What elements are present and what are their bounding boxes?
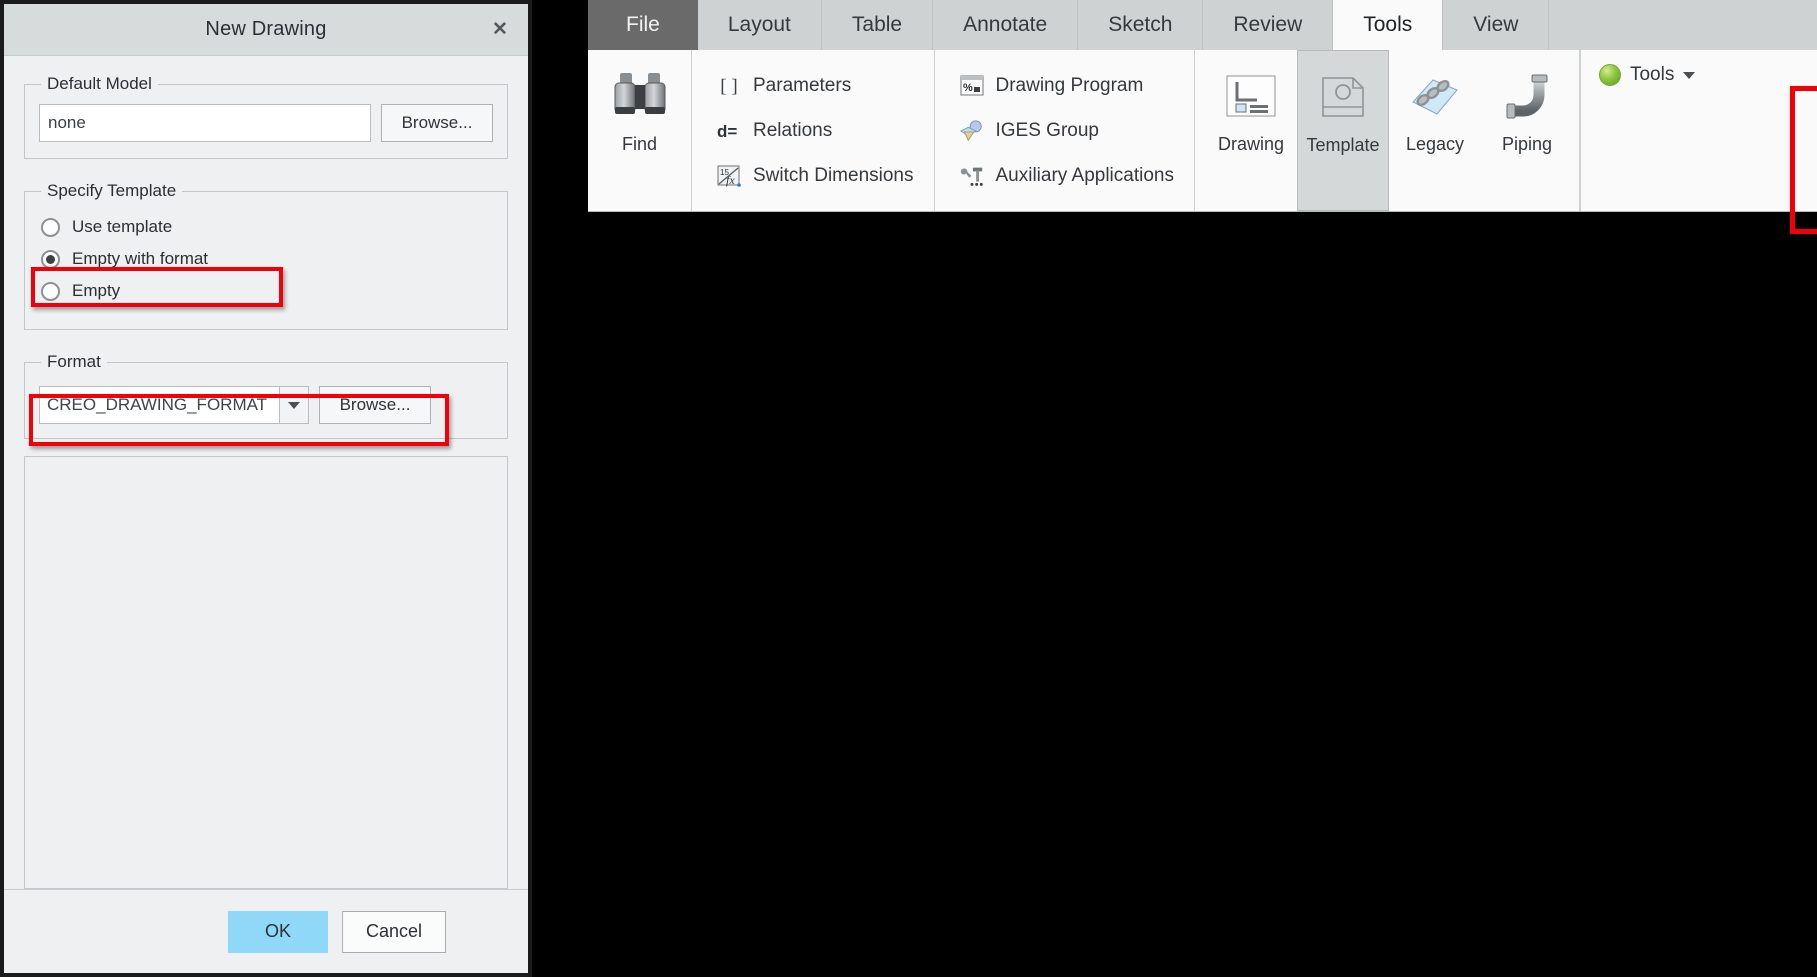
tab-tools[interactable]: Tools [1333,0,1444,50]
d-equals-icon: d= [716,118,742,144]
investigate-command-list: [ ] Parameters d= Relations 15 fx Switch… [698,50,928,211]
svg-text:%: % [963,82,973,94]
default-model-legend: Default Model [47,74,152,93]
tab-annotate[interactable]: Annotate [933,0,1079,50]
tab-sketch[interactable]: Sketch [1078,0,1204,50]
drawing-icon [1223,60,1279,134]
specify-template-legend: Specify Template [47,181,177,200]
template-button-label: Template [1306,135,1380,155]
format-combobox[interactable]: CREO_DRAWING_FORMAT [39,386,309,424]
auxiliary-applications-command-label: Auxiliary Applications [995,164,1174,186]
svg-text:d=: d= [717,122,737,141]
switch-dimensions-command[interactable]: 15 fx Switch Dimensions [712,153,918,198]
ribbon-group-tools-menu: Tools [1579,50,1696,211]
legacy-icon [1407,60,1463,134]
tab-file[interactable]: File [588,0,698,50]
dialog-titlebar: New Drawing ✕ [4,4,528,56]
drawing-program-command-label: Drawing Program [995,74,1144,96]
ribbon: File Layout Table Annotate Sketch Review… [588,0,1817,234]
template-button[interactable]: Template [1296,50,1389,211]
format-row: CREO_DRAWING_FORMAT Browse... [39,382,493,424]
tools-menu-label: Tools [1629,64,1675,85]
chevron-down-icon[interactable] [1683,71,1696,79]
switch-dimensions-icon: 15 fx [716,163,742,189]
find-button-label: Find [621,134,657,154]
dialog-preview-panel [24,456,508,889]
iges-group-command-label: IGES Group [995,119,1100,141]
format-group: Format CREO_DRAWING_FORMAT Browse... [24,352,508,446]
radio-use-template-indicator [41,217,60,237]
svg-text:fx: fx [726,173,735,187]
default-model-input[interactable]: none [39,104,371,142]
radio-empty-indicator [41,281,60,301]
drawing-button-label: Drawing [1217,134,1284,154]
ribbon-panel-area: Find [ ] Parameters d= Relations 15 fx S… [588,50,1817,234]
utilities-command-list: % Drawing Program IGES Group Auxiliary A… [941,50,1188,211]
green-sphere-icon [1598,64,1621,86]
chevron-down-icon[interactable] [279,386,309,424]
new-drawing-dialog: New Drawing ✕ Default Model none Browse.… [0,0,532,977]
tab-review[interactable]: Review [1203,0,1334,50]
radio-use-template[interactable]: Use template [39,211,493,243]
relations-command-label: Relations [753,119,833,141]
parameters-command-label: Parameters [753,74,852,96]
radio-empty-with-format[interactable]: Empty with format [39,243,493,275]
auxiliary-applications-icon [959,163,985,189]
default-model-group: Default Model none Browse... [24,74,508,159]
format-browse-button[interactable]: Browse... [319,386,431,424]
iges-group-command[interactable]: IGES Group [955,108,1178,153]
dialog-footer: OK Cancel [4,889,528,973]
radio-empty-with-format-label: Empty with format [72,249,209,268]
piping-icon [1499,60,1555,134]
cancel-button[interactable]: Cancel [342,910,446,953]
drawing-program-command[interactable]: % Drawing Program [955,63,1178,108]
ribbon-group-new: Drawing Template Legacy Piping [1195,50,1580,211]
radio-empty[interactable]: Empty [39,275,493,307]
legacy-button[interactable]: Legacy [1389,50,1481,211]
ribbon-group-find: Find [588,50,692,211]
binoculars-icon [611,60,669,132]
template-icon [1315,61,1371,135]
legacy-button-label: Legacy [1405,134,1464,154]
radio-empty-with-format-indicator [41,249,60,269]
auxiliary-applications-command[interactable]: Auxiliary Applications [955,153,1178,198]
format-combobox-value: CREO_DRAWING_FORMAT [39,386,279,424]
ok-button[interactable]: OK [228,910,328,953]
default-model-browse-button[interactable]: Browse... [381,104,493,142]
switch-dimensions-command-label: Switch Dimensions [753,164,914,186]
dialog-title: New Drawing [205,18,327,40]
relations-command[interactable]: d= Relations [712,108,918,153]
format-legend: Format [47,352,101,371]
highlight-box-template [1790,86,1817,234]
ribbon-group-investigate: [ ] Parameters d= Relations 15 fx Switch… [692,50,935,211]
tab-view[interactable]: View [1443,0,1550,50]
tools-menu-button[interactable]: Tools [1598,64,1696,86]
screenshot-root: New Drawing ✕ Default Model none Browse.… [0,0,1817,977]
svg-text:[ ]: [ ] [720,76,737,97]
find-button[interactable]: Find [588,50,691,211]
piping-button-label: Piping [1501,134,1552,154]
iges-group-icon [959,118,985,144]
radio-empty-label: Empty [72,281,121,300]
radio-use-template-label: Use template [72,217,173,236]
drawing-program-icon: % [959,73,985,99]
dialog-body: Default Model none Browse... Specify Tem… [4,56,528,889]
specify-template-group: Specify Template Use template Empty with… [24,181,508,330]
parameters-command[interactable]: [ ] Parameters [712,63,918,108]
default-model-row: none Browse... [39,104,493,142]
tab-layout[interactable]: Layout [697,0,822,50]
drawing-button[interactable]: Drawing [1205,50,1297,211]
ribbon-tabbar: File Layout Table Annotate Sketch Review… [588,0,1817,50]
close-icon[interactable]: ✕ [486,16,514,44]
ribbon-group-utilities: % Drawing Program IGES Group Auxiliary A… [935,50,1195,211]
brackets-icon: [ ] [716,73,742,99]
piping-button[interactable]: Piping [1481,50,1573,211]
tab-table[interactable]: Table [821,0,934,50]
